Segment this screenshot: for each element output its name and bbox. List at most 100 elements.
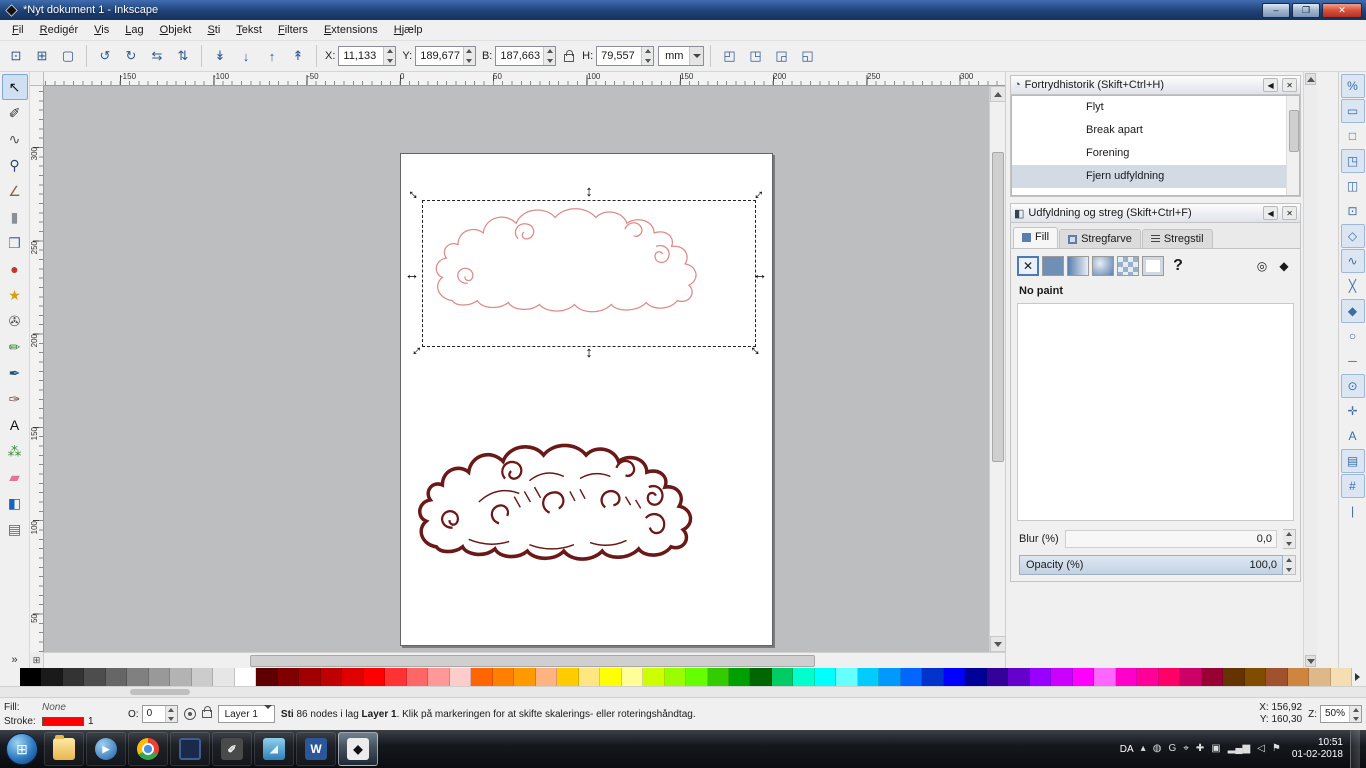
spiral-tool[interactable]: ✇ bbox=[2, 308, 28, 334]
raise-icon[interactable]: ↑ bbox=[260, 44, 284, 68]
palette-swatch[interactable] bbox=[1115, 668, 1138, 686]
palette-swatch[interactable] bbox=[814, 668, 837, 686]
gimp[interactable]: ✐ bbox=[212, 732, 252, 766]
spin-up-icon[interactable] bbox=[544, 47, 556, 56]
paint-none-button[interactable]: ✕ bbox=[1017, 256, 1039, 276]
chrome[interactable] bbox=[128, 732, 168, 766]
palette-swatch[interactable] bbox=[1072, 668, 1095, 686]
chevron-down-icon[interactable] bbox=[689, 47, 704, 65]
snap-enable-button[interactable]: % bbox=[1340, 74, 1365, 98]
spin-up-icon[interactable] bbox=[165, 706, 177, 714]
palette-swatch[interactable] bbox=[342, 668, 364, 686]
y-field[interactable]: Y: 189,677 bbox=[402, 46, 476, 66]
menu-item[interactable]: Filters bbox=[270, 21, 316, 39]
pencil-tool[interactable]: ✏ bbox=[2, 334, 28, 360]
tab[interactable]: Stregstil bbox=[1141, 229, 1213, 248]
palette-swatch[interactable] bbox=[535, 668, 558, 686]
spray-tool[interactable]: ⁂ bbox=[2, 438, 28, 464]
palette-swatch[interactable] bbox=[277, 668, 300, 686]
snap-path-button[interactable]: ∿ bbox=[1340, 249, 1365, 273]
spin-up-icon[interactable] bbox=[642, 47, 654, 56]
media-player[interactable]: ▶ bbox=[86, 732, 126, 766]
palette-swatch[interactable] bbox=[449, 668, 472, 686]
palette-swatch[interactable] bbox=[750, 668, 772, 686]
palette-swatch[interactable] bbox=[578, 668, 601, 686]
undo-history-item[interactable]: Fjern udfyldning bbox=[1012, 165, 1300, 188]
toolbox-overflow-button[interactable]: » bbox=[11, 654, 17, 666]
opacity-slider[interactable]: Opacity (%) 100,0 bbox=[1019, 555, 1284, 575]
undo-list-scrollbar[interactable] bbox=[1286, 96, 1300, 195]
palette-swatch[interactable] bbox=[900, 668, 923, 686]
close-button[interactable]: ✕ bbox=[1322, 2, 1362, 18]
palette-swatch[interactable] bbox=[299, 668, 321, 686]
dock-scrollbar[interactable] bbox=[1303, 72, 1317, 668]
fill-rule-evenodd-button[interactable]: ◎ bbox=[1252, 256, 1272, 276]
star-tool[interactable]: ★ bbox=[2, 282, 28, 308]
vertical-scroll-thumb[interactable] bbox=[992, 152, 1004, 462]
lower-to-bottom-icon[interactable]: ↡ bbox=[208, 44, 232, 68]
paint-flat-button[interactable] bbox=[1042, 256, 1064, 276]
paint-swatch-button[interactable] bbox=[1142, 256, 1164, 276]
spin-down-icon[interactable] bbox=[463, 56, 475, 65]
blur-value[interactable]: 0,0 bbox=[1257, 533, 1272, 545]
palette-swatch[interactable] bbox=[922, 668, 944, 686]
palette-scroll-thumb[interactable] bbox=[130, 689, 190, 695]
lock-ratio-icon[interactable] bbox=[564, 50, 575, 62]
palette-swatch[interactable] bbox=[363, 668, 386, 686]
maximize-button[interactable]: ❐ bbox=[1292, 2, 1320, 18]
palette-swatch[interactable] bbox=[62, 668, 85, 686]
menu-item[interactable]: Extensions bbox=[316, 21, 386, 39]
start-button[interactable]: ⊞ bbox=[6, 733, 38, 765]
gradient-tool[interactable]: ▤ bbox=[2, 516, 28, 542]
layer-lock-icon[interactable] bbox=[201, 706, 212, 718]
palette-swatch[interactable] bbox=[686, 668, 708, 686]
layer-dropdown[interactable]: Layer 1 bbox=[217, 705, 275, 723]
palette-swatch[interactable] bbox=[857, 668, 880, 686]
rectangle-tool[interactable]: ▮ bbox=[2, 204, 28, 230]
scale-handle-right[interactable]: ↔ bbox=[752, 266, 768, 283]
height-field[interactable]: H: 79,557 bbox=[582, 46, 655, 66]
palette-swatch[interactable] bbox=[943, 668, 966, 686]
x-field-value[interactable]: 11,133 bbox=[339, 47, 383, 65]
horizontal-scroll-thumb[interactable] bbox=[250, 655, 815, 667]
paint-radial-gradient-button[interactable] bbox=[1092, 256, 1114, 276]
palette-swatch[interactable] bbox=[191, 668, 214, 686]
spin-down-icon[interactable] bbox=[165, 714, 177, 722]
affect-stroke-icon[interactable]: ◰ bbox=[717, 44, 741, 68]
stroke-width-value[interactable]: 1 bbox=[88, 716, 94, 727]
palette-swatch[interactable] bbox=[1029, 668, 1052, 686]
canvas[interactable]: ↔ ↕ ↔ ↔ ↔ ↔ ↕ ↔ bbox=[44, 86, 989, 652]
snap-midpoint-button[interactable]: ─ bbox=[1341, 349, 1365, 373]
palette-swatch[interactable] bbox=[514, 668, 536, 686]
width-field-value[interactable]: 187,663 bbox=[496, 47, 543, 65]
palette-swatch[interactable] bbox=[1244, 668, 1267, 686]
palette-swatch[interactable] bbox=[213, 668, 235, 686]
menu-item[interactable]: Redigér bbox=[32, 21, 87, 39]
paint-pattern-button[interactable] bbox=[1117, 256, 1139, 276]
blur-slider[interactable]: 0,0 bbox=[1064, 530, 1278, 548]
scroll-up-icon[interactable] bbox=[1305, 73, 1317, 85]
spin-down-icon[interactable] bbox=[384, 56, 396, 65]
palette-swatch[interactable] bbox=[471, 668, 493, 686]
panel-collapse-button[interactable]: ◀ bbox=[1263, 206, 1279, 220]
snap-bbox-center-button[interactable]: ⊡ bbox=[1341, 199, 1365, 223]
box3d-tool[interactable]: ❒ bbox=[2, 230, 28, 256]
palette-swatch[interactable] bbox=[643, 668, 665, 686]
fill-rule-nonzero-button[interactable]: ◆ bbox=[1274, 256, 1294, 276]
palette-swatch[interactable] bbox=[600, 668, 622, 686]
y-field-value[interactable]: 189,677 bbox=[416, 47, 463, 65]
flag-icon[interactable]: ⚑ bbox=[1272, 744, 1281, 754]
horizontal-ruler[interactable]: -150 -100 -50 0 50 100 150 200 250 300 bbox=[44, 72, 1005, 86]
stroke-color-swatch[interactable] bbox=[42, 716, 84, 726]
spin-down-icon[interactable] bbox=[1350, 714, 1361, 722]
snap-bbox-corner-button[interactable]: ◳ bbox=[1340, 149, 1365, 173]
selector-tool[interactable]: ↖ bbox=[1, 74, 28, 100]
location-icon[interactable]: ⌖ bbox=[1183, 744, 1189, 754]
palette-swatch[interactable] bbox=[105, 668, 128, 686]
photo-viewer[interactable]: ◢ bbox=[254, 732, 294, 766]
node-tool[interactable]: ✐ bbox=[2, 100, 28, 126]
flip-vertical-icon[interactable]: ⇅ bbox=[171, 44, 195, 68]
scroll-up-icon[interactable] bbox=[990, 86, 1006, 102]
palette-swatch[interactable] bbox=[771, 668, 794, 686]
palette-swatch[interactable] bbox=[707, 668, 729, 686]
